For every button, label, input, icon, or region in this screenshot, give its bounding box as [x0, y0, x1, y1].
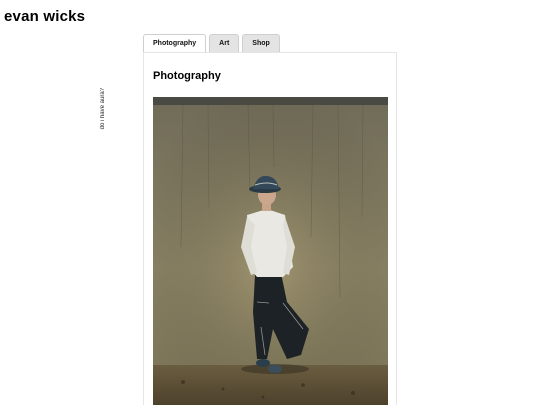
- side-link-text[interactable]: do i have aura?: [100, 88, 106, 129]
- tab-shop[interactable]: Shop: [242, 34, 280, 52]
- tab-bar: Photography Art Shop: [143, 34, 280, 53]
- photo-illustration: [153, 97, 388, 405]
- site-title[interactable]: evan wicks: [4, 8, 85, 25]
- tab-art[interactable]: Art: [209, 34, 240, 52]
- photo-image[interactable]: [153, 97, 388, 405]
- content-panel: Photography: [143, 52, 397, 405]
- tab-photography[interactable]: Photography: [143, 34, 207, 53]
- panel-heading: Photography: [153, 70, 221, 82]
